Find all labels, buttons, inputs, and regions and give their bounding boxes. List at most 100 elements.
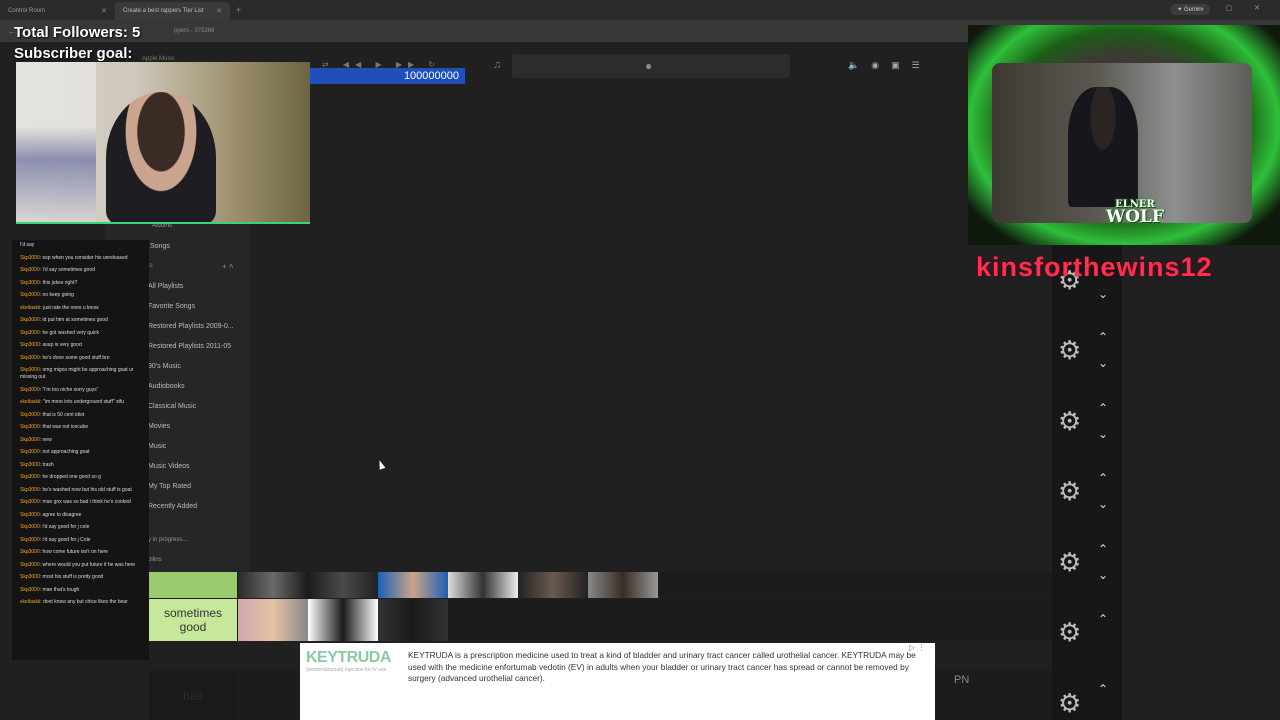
volume-icon[interactable]: 🔈 xyxy=(848,60,859,71)
tab-control-room[interactable]: Control Room ✕ xyxy=(0,2,115,20)
chevron-up-icon[interactable]: ⌃ xyxy=(1098,402,1108,414)
chat-username[interactable]: Skp3000 xyxy=(20,512,40,518)
gear-icon[interactable]: ⚙ xyxy=(1058,408,1081,434)
sidebar-item-playlist[interactable]: Music Videos xyxy=(148,463,190,470)
sidebar-item-playlist[interactable]: Restored Playlists 2009-0... xyxy=(148,323,234,330)
chat-text: how come future isn't on here xyxy=(42,549,108,555)
tier-label-bad[interactable]: bad xyxy=(149,672,237,720)
sidebar-status: y in progress... xyxy=(148,537,188,543)
add-playlist-icon[interactable]: + ˄ xyxy=(222,262,234,271)
chat-username[interactable]: Skp3000 xyxy=(20,412,40,418)
sidebar-item-playlist[interactable]: Movies xyxy=(148,423,170,430)
lyrics-icon[interactable]: ▣ xyxy=(891,60,900,71)
tier-label-top[interactable] xyxy=(149,572,237,598)
chevron-down-icon[interactable]: ⌄ xyxy=(1098,569,1108,581)
sidebar-item-songs[interactable]: Songs xyxy=(150,243,170,250)
queue-icon[interactable]: ☰ xyxy=(912,60,920,71)
chat-message: Skp3000: asap is very good xyxy=(20,342,143,349)
gear-icon[interactable]: ⚙ xyxy=(1058,337,1081,363)
window-controls[interactable]: — ▢ ✕ xyxy=(1197,4,1270,12)
adchoices-icon[interactable]: ▷ ⋮ xyxy=(909,643,925,652)
chat-username[interactable]: Skp3000 xyxy=(20,449,40,455)
chat-username[interactable]: Skp3000 xyxy=(20,437,40,443)
chat-username[interactable]: Skp3000 xyxy=(20,330,40,336)
chat-username[interactable]: Skp3000 xyxy=(20,280,40,286)
gear-icon[interactable]: ⚙ xyxy=(1058,478,1081,504)
chat-username[interactable]: Skp3000 xyxy=(20,255,40,261)
chat-username[interactable]: skeltaskii xyxy=(20,599,40,605)
tier-image[interactable] xyxy=(308,599,378,641)
sidebar-item-playlist[interactable]: Audiobooks xyxy=(148,383,185,390)
chat-username[interactable]: Skp3000 xyxy=(20,474,40,480)
chevron-up-icon[interactable]: ⌃ xyxy=(1098,543,1108,555)
gear-icon[interactable]: ⚙ xyxy=(1058,549,1081,575)
sidebar-item-playlist[interactable]: 90's Music xyxy=(148,363,181,370)
chat-username[interactable]: Skp3000 xyxy=(20,367,40,373)
chevron-up-icon[interactable]: ⌃ xyxy=(1098,331,1108,343)
chevron-up-icon[interactable]: ⌃ xyxy=(1098,613,1108,625)
chat-text: that is 50 cent idiot xyxy=(42,411,85,418)
chat-username[interactable]: Skp3000 xyxy=(20,574,40,580)
gear-icon[interactable]: ⚙ xyxy=(1058,619,1081,645)
chat-username[interactable]: Skp3000 xyxy=(20,462,40,468)
chat-username[interactable]: Skp3000 xyxy=(20,524,40,530)
chat-message: Skp3000: where would you put future if h… xyxy=(20,562,143,569)
gear-icon[interactable]: ⚙ xyxy=(1058,690,1081,716)
chevron-down-icon[interactable]: ⌄ xyxy=(1098,498,1108,510)
chat-text: where would you put future if he was her… xyxy=(42,561,136,568)
chevron-up-icon[interactable]: ⌃ xyxy=(1098,472,1108,484)
chat-message: Skp3000: agree to disagree xyxy=(20,512,143,519)
sidebar-item-playlist[interactable]: All Playlists xyxy=(148,283,183,290)
chat-username[interactable]: Skp3000 xyxy=(20,499,40,505)
ad-banner[interactable]: KEYTRUDA (pembrolizumab) Injection for I… xyxy=(300,643,935,720)
sidebar-item-playlist[interactable]: Restored Playlists 2011-05 xyxy=(148,343,231,350)
chevron-down-icon[interactable]: ⌄ xyxy=(1098,357,1108,369)
airplay-icon[interactable]: ◉ xyxy=(871,60,879,71)
close-icon[interactable]: ✕ xyxy=(101,7,107,15)
chat-username[interactable]: Skp3000 xyxy=(20,549,40,555)
channel-logo-line2: WOLF xyxy=(1106,207,1164,227)
chat-message: Skp3000: he got washed very quick xyxy=(20,330,143,337)
chat-username[interactable]: Skp3000 xyxy=(20,487,40,493)
tier-image[interactable] xyxy=(448,572,518,598)
chat-username[interactable]: Skp3000 xyxy=(20,387,40,393)
sidebar-item-playlist[interactable]: Music xyxy=(148,443,166,450)
sidebar-item-playlist[interactable]: Classical Music xyxy=(148,403,196,410)
tier-image[interactable] xyxy=(238,599,308,641)
chat-username[interactable]: Skp3000 xyxy=(20,424,40,430)
chevron-up-icon[interactable]: ⌃ xyxy=(1098,683,1108,695)
new-tab-icon[interactable]: + xyxy=(236,5,241,15)
tab-tier-list[interactable]: Create a best rappers Tier List ✕ xyxy=(115,2,230,20)
tier-image[interactable] xyxy=(308,572,378,598)
chat-username[interactable]: skeltaskii xyxy=(20,399,40,405)
chat-text: man gnx was so bad i think he's cooked xyxy=(42,499,131,505)
sidebar-item-playlist[interactable]: Recently Added xyxy=(148,503,197,510)
tier-image[interactable] xyxy=(378,599,448,641)
chat-username[interactable]: Skp3000 xyxy=(20,267,40,273)
sidebar-item-playlist[interactable]: Favorite Songs xyxy=(148,303,195,310)
subscriber-goal: Subscriber goal: xyxy=(14,45,133,62)
chat-text: man that's tough xyxy=(42,586,80,593)
tier-label-sometimes-good[interactable]: sometimes good xyxy=(149,599,237,641)
chevron-down-icon[interactable]: ⌄ xyxy=(1098,428,1108,440)
chat-username[interactable]: Skp3000 xyxy=(20,562,40,568)
chat-username[interactable]: Skp3000 xyxy=(20,317,40,323)
chat-text: "im more into underground stuff" stfu xyxy=(43,399,125,405)
tier-image[interactable] xyxy=(238,572,308,598)
tier-image[interactable] xyxy=(588,572,658,598)
tier-image[interactable] xyxy=(378,572,448,598)
sidebar-item-playlist[interactable]: My Top Rated xyxy=(148,483,191,490)
chat-username[interactable]: Skp3000 xyxy=(20,292,40,298)
tier-image[interactable] xyxy=(518,572,588,598)
chat-username[interactable]: Skp3000 xyxy=(20,587,40,593)
close-icon[interactable]: ✕ xyxy=(216,7,222,15)
chat-message: skeltaskii: just rate the ones u know xyxy=(20,305,143,312)
music-note-icon: ♫ xyxy=(493,59,502,71)
chevron-down-icon[interactable]: ⌄ xyxy=(1098,288,1108,300)
url-text: ppers - 375268 xyxy=(174,28,215,34)
chat-username[interactable]: Skp3000 xyxy=(20,537,40,543)
chat-username[interactable]: Skp3000 xyxy=(20,355,40,361)
chat-username[interactable]: Skp3000 xyxy=(20,342,40,348)
chat-username[interactable]: skeltaskii xyxy=(20,305,40,311)
ad-brand-sub: (pembrolizumab) Injection for IV use xyxy=(306,667,387,673)
